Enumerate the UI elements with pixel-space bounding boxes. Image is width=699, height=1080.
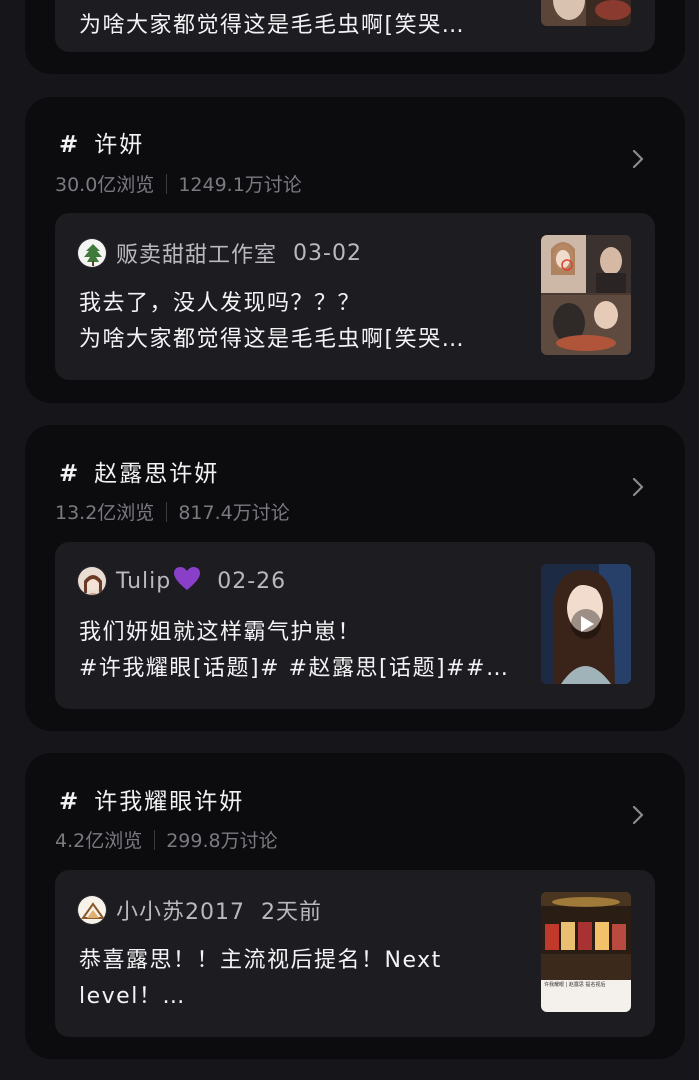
- hashtag-icon: #: [59, 789, 81, 815]
- topic-card[interactable]: # 许妍 30.0亿浏览 1249.1万讨论 贩卖甜甜工作室 03-02 我去了，…: [25, 97, 685, 403]
- post-text-line: 恭喜露思！！主流视后提名！Next: [79, 948, 442, 973]
- stats-divider: [166, 173, 168, 194]
- views-count: 30.0亿浏览: [55, 174, 155, 196]
- post-author[interactable]: Tulip: [116, 569, 171, 594]
- post-text-line: 为啥大家都觉得这是毛毛虫啊[笑哭…: [79, 327, 466, 352]
- post-thumbnail[interactable]: [541, 564, 631, 684]
- discussion-count: 299.8万讨论: [166, 830, 278, 852]
- post-preview-partial[interactable]: 为啥大家都觉得这是毛毛虫啊[笑哭…: [55, 0, 655, 52]
- stats-divider: [154, 829, 156, 850]
- views-count: 13.2亿浏览: [55, 502, 155, 524]
- topic-card[interactable]: # 赵露思许妍 13.2亿浏览 817.4万讨论 Tulip 02-26 我们妍…: [25, 425, 685, 731]
- avatar[interactable]: [77, 895, 107, 925]
- hashtag-icon: #: [59, 132, 81, 158]
- thumbnail-caption: 许我耀眼 | 赵露思 提名视后: [544, 982, 606, 988]
- post-date: 03-02: [293, 240, 362, 266]
- post-preview[interactable]: 小小苏2017 2天前 恭喜露思！！主流视后提名！Next level！… 许我…: [55, 870, 655, 1037]
- topic-stats: 13.2亿浏览 817.4万讨论: [55, 498, 290, 525]
- stats-divider: [166, 501, 168, 522]
- post-date: 2天前: [261, 900, 322, 925]
- post-thumbnail[interactable]: [541, 0, 631, 26]
- topic-card[interactable]: # 许我耀眼许妍 4.2亿浏览 299.8万讨论 小小苏2017 2天前 恭喜露思…: [25, 753, 685, 1059]
- topic-title[interactable]: # 许我耀眼许妍: [59, 782, 244, 816]
- post-body: 我去了，没人发现吗？？？ 为啥大家都觉得这是毛毛虫啊[笑哭…: [79, 286, 519, 358]
- avatar[interactable]: [77, 238, 107, 268]
- chevron-right-icon[interactable]: [627, 476, 649, 498]
- topic-title[interactable]: # 许妍: [59, 125, 144, 159]
- discussion-count: 817.4万讨论: [178, 502, 290, 524]
- chevron-right-icon[interactable]: [627, 148, 649, 170]
- post-text-line: 我们妍姐就这样霸气护崽！: [79, 620, 362, 645]
- chevron-right-icon[interactable]: [627, 804, 649, 826]
- play-icon[interactable]: [541, 564, 631, 684]
- post-thumbnail[interactable]: 许我耀眼 | 赵露思 提名视后: [541, 892, 631, 1012]
- post-preview[interactable]: Tulip 02-26 我们妍姐就这样霸气护崽！ #许我耀眼[话题]# #赵露思…: [55, 542, 655, 709]
- avatar[interactable]: [77, 566, 107, 596]
- topic-stats: 30.0亿浏览 1249.1万讨论: [55, 170, 302, 197]
- post-text-line: #许我耀眼[话题]# #赵露思[话题]##…: [79, 656, 510, 681]
- post-date: 02-26: [217, 568, 287, 594]
- post-text-line: 我去了，没人发现吗？？？: [79, 291, 362, 316]
- post-thumbnail[interactable]: [541, 235, 631, 355]
- topic-title[interactable]: # 赵露思许妍: [59, 454, 219, 488]
- discussion-count: 1249.1万讨论: [178, 174, 302, 196]
- purple-heart-icon: [173, 566, 201, 596]
- post-preview[interactable]: 贩卖甜甜工作室 03-02 我去了，没人发现吗？？？ 为啥大家都觉得这是毛毛虫啊…: [55, 213, 655, 380]
- topic-stats: 4.2亿浏览 299.8万讨论: [55, 826, 278, 853]
- hashtag-icon: #: [59, 461, 81, 487]
- post-text-line: level！…: [79, 984, 186, 1009]
- post-text-line: 为啥大家都觉得这是毛毛虫啊[笑哭…: [79, 13, 466, 38]
- views-count: 4.2亿浏览: [55, 830, 143, 852]
- topic-card-partial[interactable]: 为啥大家都觉得这是毛毛虫啊[笑哭…: [25, 0, 685, 74]
- post-author[interactable]: 贩卖甜甜工作室: [116, 237, 277, 269]
- post-author[interactable]: 小小苏2017: [116, 894, 245, 926]
- post-body: 我们妍姐就这样霸气护崽！ #许我耀眼[话题]# #赵露思[话题]##…: [79, 615, 519, 687]
- post-body: 恭喜露思！！主流视后提名！Next level！…: [79, 943, 519, 1015]
